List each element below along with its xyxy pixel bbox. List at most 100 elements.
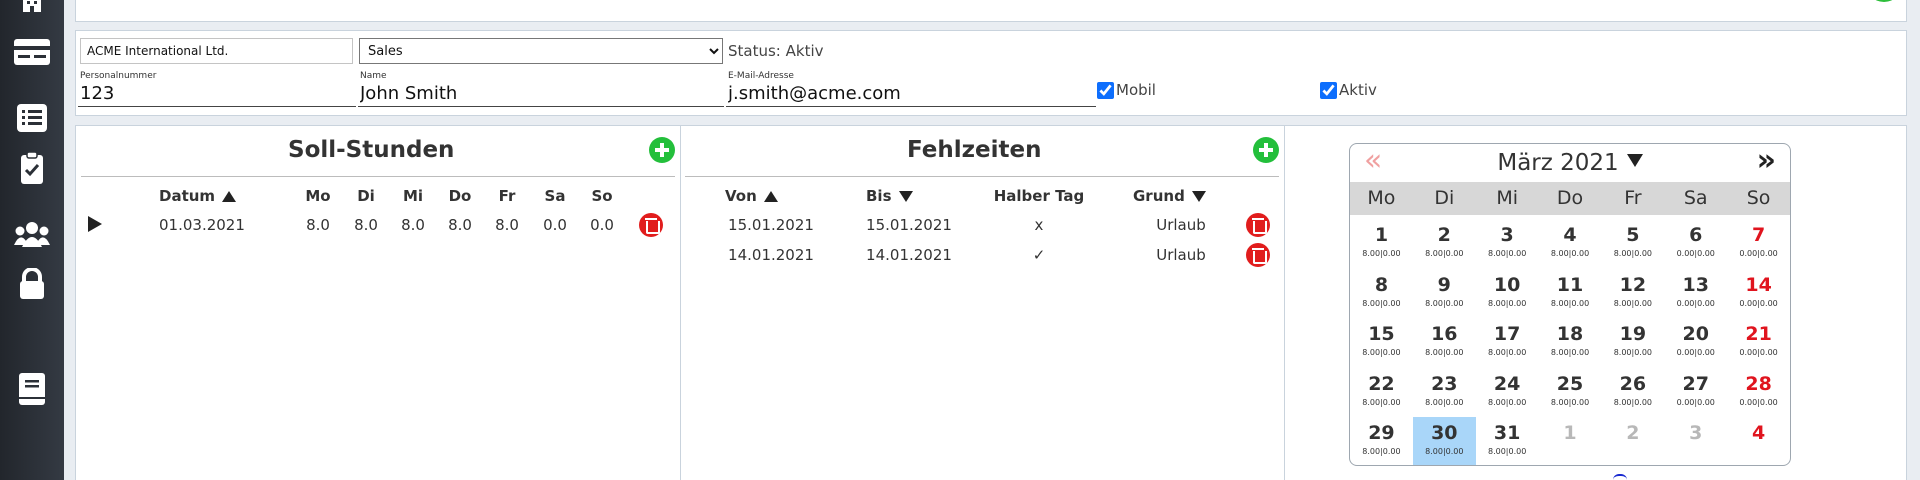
calendar-day[interactable]: 18 8.00|0.00 <box>1539 318 1602 368</box>
delete-row-button[interactable] <box>1246 213 1270 237</box>
calendar-day[interactable]: 27 0.00|0.00 <box>1664 368 1727 418</box>
calendar-day[interactable]: 26 8.00|0.00 <box>1601 368 1664 418</box>
col-bis[interactable]: Bis <box>866 187 913 205</box>
weekday-sa: Sa <box>1683 187 1708 209</box>
day-number: 23 <box>1431 372 1458 395</box>
weekday-mo: Mo <box>1367 187 1396 209</box>
calendar-day[interactable]: 4 <box>1727 417 1790 465</box>
building-icon[interactable] <box>14 0 50 22</box>
next-month-button[interactable]: » <box>1757 144 1776 178</box>
calendar-day[interactable]: 15 8.00|0.00 <box>1350 318 1413 368</box>
calendar-day[interactable]: 3 <box>1664 417 1727 465</box>
cell-mo: 8.0 <box>306 216 330 234</box>
calendar-day[interactable]: 1 8.00|0.00 <box>1350 219 1413 269</box>
department-select[interactable]: Sales <box>359 38 723 64</box>
day-hours: 0.00|0.00 <box>1676 348 1715 357</box>
calendar-day[interactable]: 17 8.00|0.00 <box>1476 318 1539 368</box>
sort-desc-icon <box>1191 191 1206 202</box>
calendar-day[interactable]: 19 8.00|0.00 <box>1601 318 1664 368</box>
day-number: 9 <box>1437 273 1451 296</box>
day-number: 5 <box>1626 224 1640 246</box>
sort-asc-icon <box>222 191 237 202</box>
calendar-day[interactable]: 22 8.00|0.00 <box>1350 368 1413 418</box>
mobile-checkbox-label[interactable]: Mobil <box>1097 81 1156 99</box>
calendar-day[interactable]: 13 0.00|0.00 <box>1664 269 1727 319</box>
cell-halber-tag: x <box>1034 216 1044 234</box>
day-number: 4 <box>1751 422 1766 444</box>
calendar-day[interactable]: 10 8.00|0.00 <box>1476 269 1539 319</box>
calendar-day[interactable]: 7 0.00|0.00 <box>1727 219 1790 269</box>
day-number: 4 <box>1563 224 1577 246</box>
add-soll-button[interactable] <box>649 137 675 163</box>
calendar-month-select[interactable]: März 2021 <box>1350 150 1790 176</box>
col-von[interactable]: Von <box>725 187 778 205</box>
calendar-day[interactable]: 31 8.00|0.00 <box>1476 417 1539 465</box>
calendar-day[interactable]: 14 0.00|0.00 <box>1727 269 1790 319</box>
col-datum[interactable]: Datum <box>159 187 237 205</box>
day-number: 19 <box>1619 323 1647 345</box>
day-number: 6 <box>1689 224 1703 246</box>
email-field[interactable] <box>726 81 1096 107</box>
calendar-day[interactable]: 12 8.00|0.00 <box>1601 269 1664 319</box>
day-number: 11 <box>1556 273 1584 296</box>
calendar-day[interactable]: 25 8.00|0.00 <box>1539 368 1602 418</box>
day-hours: 8.00|0.00 <box>1487 249 1527 258</box>
clipboard-check-icon[interactable] <box>14 152 50 184</box>
day-hours: 8.00|0.00 <box>1487 348 1527 357</box>
caret-down-icon <box>1626 154 1643 167</box>
prev-month-button[interactable]: « <box>1364 144 1382 178</box>
calendar-day[interactable]: 16 8.00|0.00 <box>1413 318 1476 368</box>
calendar-day[interactable]: 5 8.00|0.00 <box>1601 219 1664 269</box>
calendar-week: 15 8.00|0.00 16 8.00|0.00 17 8.00|0.00 18 8.00|… <box>1350 318 1790 368</box>
calendar-day[interactable]: 1 <box>1539 417 1602 465</box>
users-icon[interactable] <box>14 219 50 251</box>
calendar-day[interactable]: 23 8.00|0.00 <box>1413 368 1476 418</box>
calendar-day[interactable]: 30 8.00|0.00 <box>1412 417 1476 465</box>
calendar-day[interactable]: 24 8.00|0.00 <box>1476 368 1539 418</box>
sidebar <box>0 0 64 480</box>
expand-row-icon[interactable] <box>88 216 102 232</box>
calendar-day[interactable]: 6 0.00|0.00 <box>1664 219 1727 269</box>
id-card-icon[interactable] <box>14 35 50 67</box>
cell-di: 8.0 <box>354 216 378 234</box>
add-button-partial[interactable] <box>1866 0 1902 2</box>
calendar-day[interactable]: 3 8.00|0.00 <box>1476 219 1539 269</box>
cell-so: 0.0 <box>590 216 614 234</box>
active-checkbox[interactable] <box>1320 81 1337 99</box>
divider <box>81 176 675 177</box>
lock-icon[interactable] <box>14 268 50 300</box>
calendar-day[interactable]: 20 0.00|0.00 <box>1664 318 1727 368</box>
weekday-fr: Fr <box>1624 187 1642 209</box>
add-fehlzeit-button[interactable] <box>1253 137 1279 163</box>
active-checkbox-label[interactable]: Aktiv <box>1320 81 1377 99</box>
delete-row-button[interactable] <box>1246 243 1270 267</box>
calendar-day[interactable]: 11 8.00|0.00 <box>1539 269 1602 319</box>
list-icon[interactable] <box>14 102 50 134</box>
calendar-day[interactable]: 2 8.00|0.00 <box>1413 219 1476 269</box>
weekday-di: Di <box>1434 187 1455 209</box>
calendar-day[interactable]: 28 0.00|0.00 <box>1727 368 1790 418</box>
col-grund[interactable]: Grund <box>1133 187 1206 205</box>
col-so: So <box>591 187 613 205</box>
delete-row-button[interactable] <box>639 213 663 237</box>
mobile-checkbox[interactable] <box>1097 81 1114 99</box>
book-icon[interactable] <box>14 373 50 405</box>
calendar-day[interactable]: 9 8.00|0.00 <box>1413 269 1476 319</box>
cell-grund: Urlaub <box>1156 216 1206 234</box>
day-number: 14 <box>1745 273 1772 296</box>
section-divider <box>1284 126 1285 480</box>
company-field[interactable] <box>80 38 353 64</box>
personnel-number-field[interactable] <box>78 81 356 107</box>
calendar-day[interactable]: 8 8.00|0.00 <box>1350 269 1413 319</box>
name-field[interactable] <box>358 81 724 107</box>
calendar-month-label: März 2021 <box>1497 150 1619 176</box>
calendar-day[interactable]: 29 8.00|0.00 <box>1350 417 1413 465</box>
calendar-day[interactable]: 4 8.00|0.00 <box>1539 219 1602 269</box>
day-hours: 8.00|0.00 <box>1550 348 1590 357</box>
calendar-day[interactable]: 2 <box>1601 417 1664 465</box>
day-hours: 8.00|0.00 <box>1550 249 1590 258</box>
calendar-day[interactable]: 21 0.00|0.00 <box>1727 318 1790 368</box>
day-hours: 8.00|0.00 <box>1362 397 1401 407</box>
weekday-do: Do <box>1556 187 1584 209</box>
cell-fr: 8.0 <box>495 216 519 234</box>
